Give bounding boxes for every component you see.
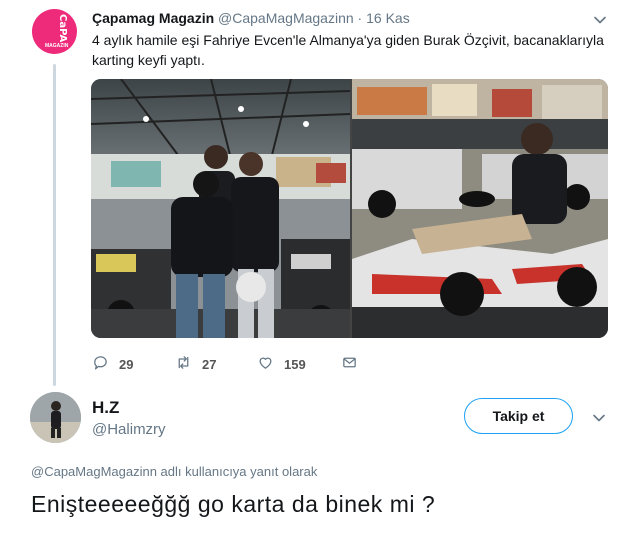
- tweet-actions: 29 27 159: [92, 354, 392, 374]
- retweet-action[interactable]: 27: [175, 354, 216, 374]
- author-avatar[interactable]: CaPA MAGAZIN: [32, 9, 77, 54]
- retweet-icon: [175, 354, 192, 374]
- like-count: 159: [284, 356, 306, 372]
- separator-dot: ·: [357, 10, 363, 26]
- reply-icon: [92, 354, 109, 374]
- author-name[interactable]: Çapamag Magazin: [92, 10, 214, 26]
- dm-action[interactable]: [341, 354, 358, 374]
- avatar-logo: CaPA: [57, 14, 68, 43]
- tweet-media[interactable]: [91, 79, 608, 338]
- avatar-logo-small: MAGAZIN: [45, 43, 69, 49]
- dm-icon: [341, 354, 358, 374]
- photo-group-karting[interactable]: [91, 79, 350, 338]
- heart-icon: [257, 354, 274, 374]
- reply-author-handle[interactable]: @Halimzry: [92, 421, 166, 438]
- tweet-text: 4 aylık hamile eşi Fahriye Evcen'le Alma…: [92, 32, 604, 68]
- tweet-header: Çapamag Magazin @CapaMagMagazinn · 16 Ka…: [92, 10, 410, 26]
- replying-to-suffix: adlı kullanıcıya yanıt olarak: [156, 464, 318, 479]
- reply-author-avatar[interactable]: [30, 392, 81, 443]
- photo-man-in-kart[interactable]: [352, 79, 608, 338]
- chevron-down-icon[interactable]: [592, 411, 606, 425]
- author-handle[interactable]: @CapaMagMagazinn: [218, 10, 354, 26]
- replying-to: @CapaMagMagazinn adlı kullanıcıya yanıt …: [31, 464, 317, 479]
- replying-to-handle[interactable]: @CapaMagMagazinn: [31, 464, 157, 479]
- like-action[interactable]: 159: [257, 354, 306, 374]
- follow-button[interactable]: Takip et: [464, 398, 573, 434]
- thread-connector: [53, 64, 56, 386]
- reply-action[interactable]: 29: [92, 354, 133, 374]
- retweet-count: 27: [202, 356, 217, 372]
- tweet-date[interactable]: 16 Kas: [366, 10, 410, 26]
- reply-text: Enişteeeeeğğğ go karta da binek mi ?: [31, 491, 436, 517]
- chevron-down-icon[interactable]: [593, 13, 607, 27]
- reply-author-name[interactable]: H.Z: [92, 398, 119, 418]
- reply-count: 29: [119, 356, 134, 372]
